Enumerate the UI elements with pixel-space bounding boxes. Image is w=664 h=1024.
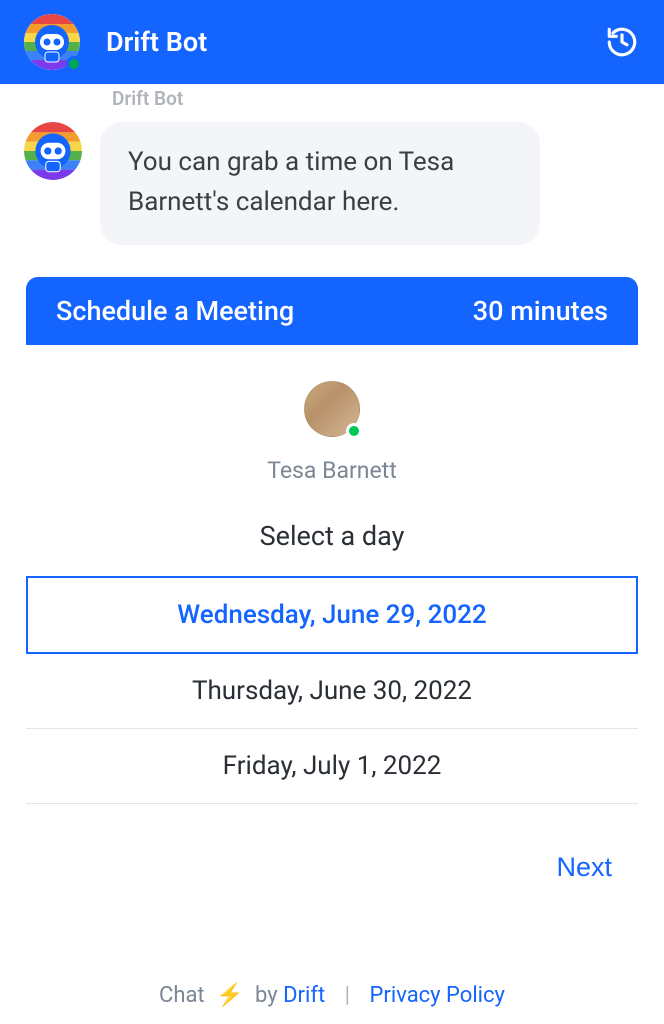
day-list: Wednesday, June 29, 2022 Thursday, June … [26, 576, 638, 804]
footer: Chat ⚡ by Drift | Privacy Policy [0, 983, 664, 1008]
next-button[interactable]: Next [556, 852, 612, 883]
footer-by: by [255, 983, 278, 1008]
host-avatar-wrap [304, 381, 360, 437]
history-icon[interactable] [604, 24, 640, 60]
message-avatar-wrap [24, 122, 82, 180]
chat-header: Drift Bot [0, 0, 664, 84]
footer-brand-link[interactable]: Drift [283, 983, 325, 1008]
message-bubble: You can grab a time on Tesa Barnett's ca… [100, 122, 540, 245]
message-text: You can grab a time on Tesa Barnett's ca… [128, 142, 512, 223]
day-option[interactable]: Thursday, June 30, 2022 [26, 654, 638, 729]
day-option[interactable]: Friday, July 1, 2022 [26, 729, 638, 804]
schedule-meeting-bar: Schedule a Meeting 30 minutes [26, 277, 638, 345]
next-row: Next [0, 804, 664, 883]
footer-chat-prefix: Chat [159, 983, 205, 1008]
select-day-title: Select a day [0, 520, 664, 552]
bolt-icon: ⚡ [216, 983, 243, 1008]
bot-avatar-wrap [24, 14, 80, 70]
host-name: Tesa Barnett [267, 457, 396, 484]
privacy-policy-link[interactable]: Privacy Policy [370, 983, 505, 1008]
message-row: You can grab a time on Tesa Barnett's ca… [0, 110, 664, 245]
message-avatar [24, 122, 82, 180]
schedule-duration: 30 minutes [473, 295, 608, 327]
day-option[interactable]: Wednesday, June 29, 2022 [26, 576, 638, 654]
online-status-dot [66, 56, 82, 72]
header-title: Drift Bot [106, 26, 604, 58]
sender-label: Drift Bot [112, 87, 664, 110]
drift-bot-icon [24, 122, 82, 180]
host-block: Tesa Barnett [0, 381, 664, 484]
footer-separator: | [345, 983, 350, 1008]
schedule-title: Schedule a Meeting [56, 295, 294, 327]
online-status-dot [346, 423, 362, 439]
